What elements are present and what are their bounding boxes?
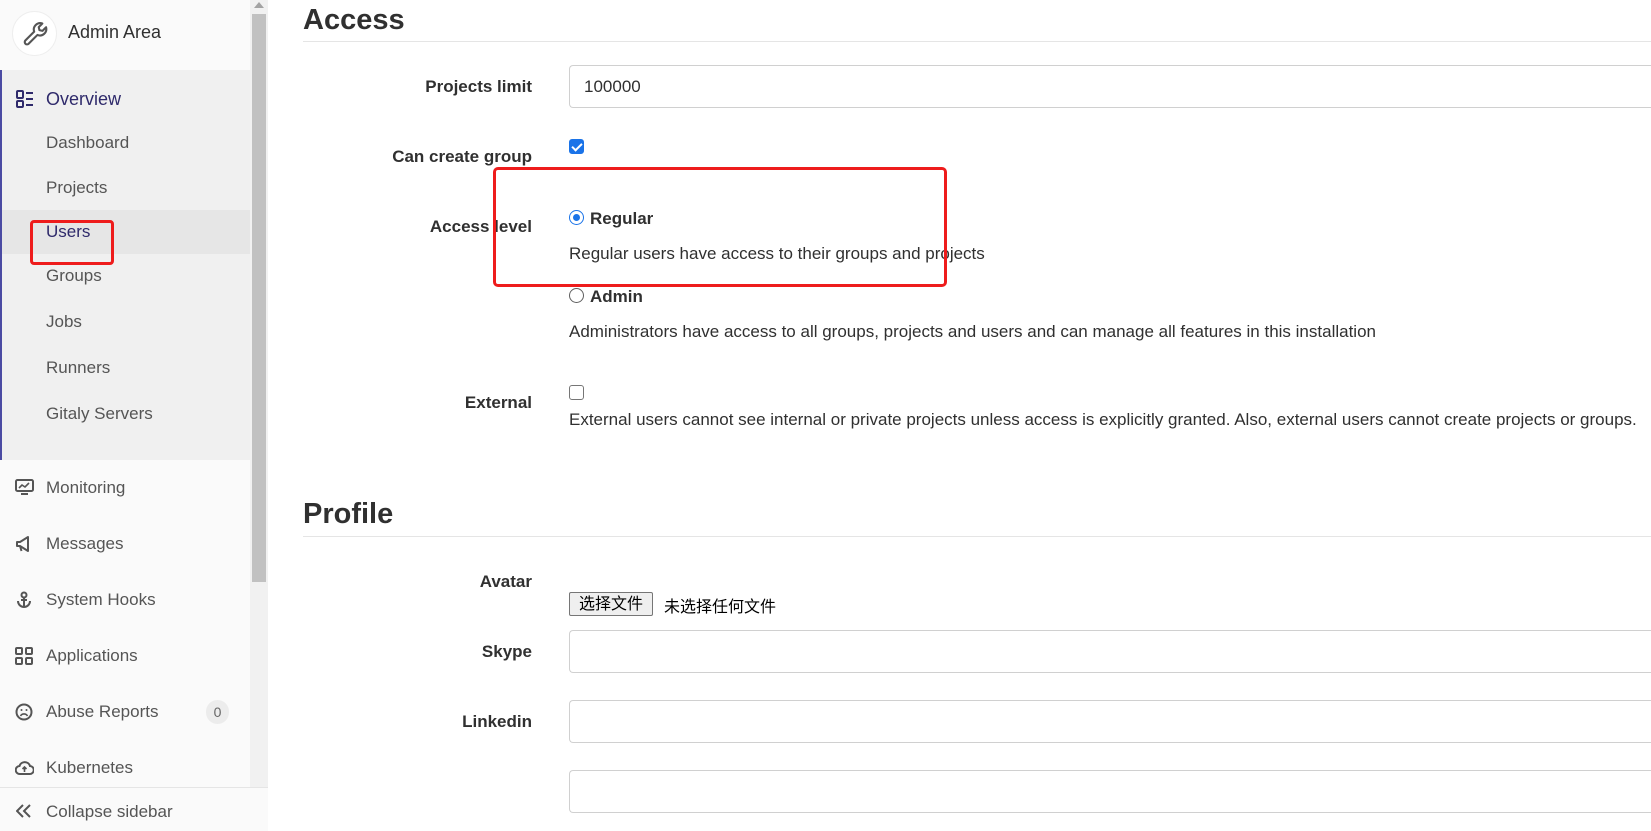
anchor-icon — [17, 591, 31, 608]
sidebar-item-label: Dashboard — [46, 133, 130, 152]
can-create-group-label: Can create group — [392, 147, 532, 166]
sidebar-item-label: Kubernetes — [46, 758, 133, 777]
sidebar-item-projects[interactable]: Projects — [2, 166, 250, 210]
sidebar-item-label: Projects — [46, 178, 108, 197]
twitter-input[interactable] — [569, 770, 1651, 813]
profile-section-divider — [303, 536, 1651, 537]
megaphone-icon — [16, 536, 29, 552]
sidebar-item-label: Gitaly Servers — [46, 404, 153, 423]
no-file-chosen-text: 未选择任何文件 — [664, 597, 777, 616]
monitor-icon — [15, 479, 34, 495]
external-checkbox[interactable] — [569, 385, 584, 400]
projects-limit-input[interactable] — [569, 65, 1651, 108]
sidebar-item-label: System Hooks — [46, 590, 156, 609]
choose-file-button[interactable]: 选择文件 — [569, 592, 654, 616]
abuse-reports-icon — [15, 703, 33, 721]
external-help: External users cannot see internal or pr… — [569, 410, 1637, 429]
access-level-admin-title: Admin — [590, 287, 643, 306]
double-chevron-left-icon — [16, 804, 31, 818]
abuse-reports-count-badge: 0 — [206, 700, 229, 724]
sidebar-item-label: Overview — [46, 89, 122, 109]
avatar-label: Avatar — [479, 572, 532, 591]
sidebar-scrollbar[interactable] — [250, 0, 268, 787]
sidebar-item-label: Messages — [46, 534, 124, 553]
sidebar-item-system-hooks[interactable]: System Hooks — [0, 576, 250, 626]
can-create-group-checkbox[interactable] — [569, 139, 584, 154]
sidebar-item-label: Groups — [46, 266, 102, 285]
regular-highlight-box — [493, 167, 947, 287]
profile-section-title: Profile — [303, 498, 394, 530]
sidebar-header[interactable]: Admin Area — [0, 0, 250, 70]
collapse-sidebar-button[interactable]: Collapse sidebar — [0, 787, 268, 831]
sidebar-item-label: Abuse Reports — [46, 702, 159, 721]
kubernetes-icon — [15, 761, 34, 775]
skype-label: Skype — [481, 642, 532, 661]
linkedin-input[interactable] — [569, 700, 1651, 743]
access-level-admin-radio[interactable] — [569, 288, 584, 303]
linkedin-label: Linkedin — [462, 712, 532, 731]
wrench-icon — [23, 21, 47, 45]
main-content: Access Projects limit Can create group A… — [268, 0, 1651, 831]
form-labels-column: Projects limit Can create group Access l… — [268, 0, 532, 831]
sidebar-item-label: Applications — [46, 646, 138, 665]
access-level-admin-help: Administrators have access to all groups… — [569, 322, 1376, 341]
admin-avatar — [12, 11, 57, 56]
sidebar-item-messages[interactable]: Messages — [0, 520, 250, 570]
scroll-up-arrow-icon[interactable] — [254, 2, 264, 8]
sidebar-item-label: Jobs — [46, 312, 82, 331]
overview-icon — [16, 90, 33, 108]
sidebar-item-abuse-reports[interactable]: Abuse Reports 0 — [0, 688, 250, 738]
sidebar-item-monitoring[interactable]: Monitoring — [0, 464, 250, 514]
sidebar-item-jobs[interactable]: Jobs — [2, 300, 250, 344]
sidebar-item-label: Runners — [46, 358, 111, 377]
sidebar-title: Admin Area — [68, 22, 162, 42]
projects-limit-label: Projects limit — [425, 77, 532, 96]
users-highlight-box — [30, 220, 114, 265]
admin-sidebar: Admin Area Overview Dashboard Projects U… — [0, 0, 250, 831]
sidebar-item-label: Monitoring — [46, 478, 126, 497]
collapse-sidebar-label: Collapse sidebar — [46, 802, 173, 821]
scrollbar-thumb[interactable] — [252, 14, 266, 582]
sidebar-item-runners[interactable]: Runners — [2, 346, 250, 390]
sidebar-item-applications[interactable]: Applications — [0, 632, 250, 682]
sidebar-item-gitaly-servers[interactable]: Gitaly Servers — [2, 392, 250, 436]
skype-input[interactable] — [569, 630, 1651, 673]
sidebar-section-overview: Overview Dashboard Projects Users Groups… — [0, 70, 250, 460]
applications-icon — [15, 647, 33, 665]
sidebar-item-dashboard[interactable]: Dashboard — [2, 121, 250, 165]
external-label: External — [464, 393, 532, 412]
